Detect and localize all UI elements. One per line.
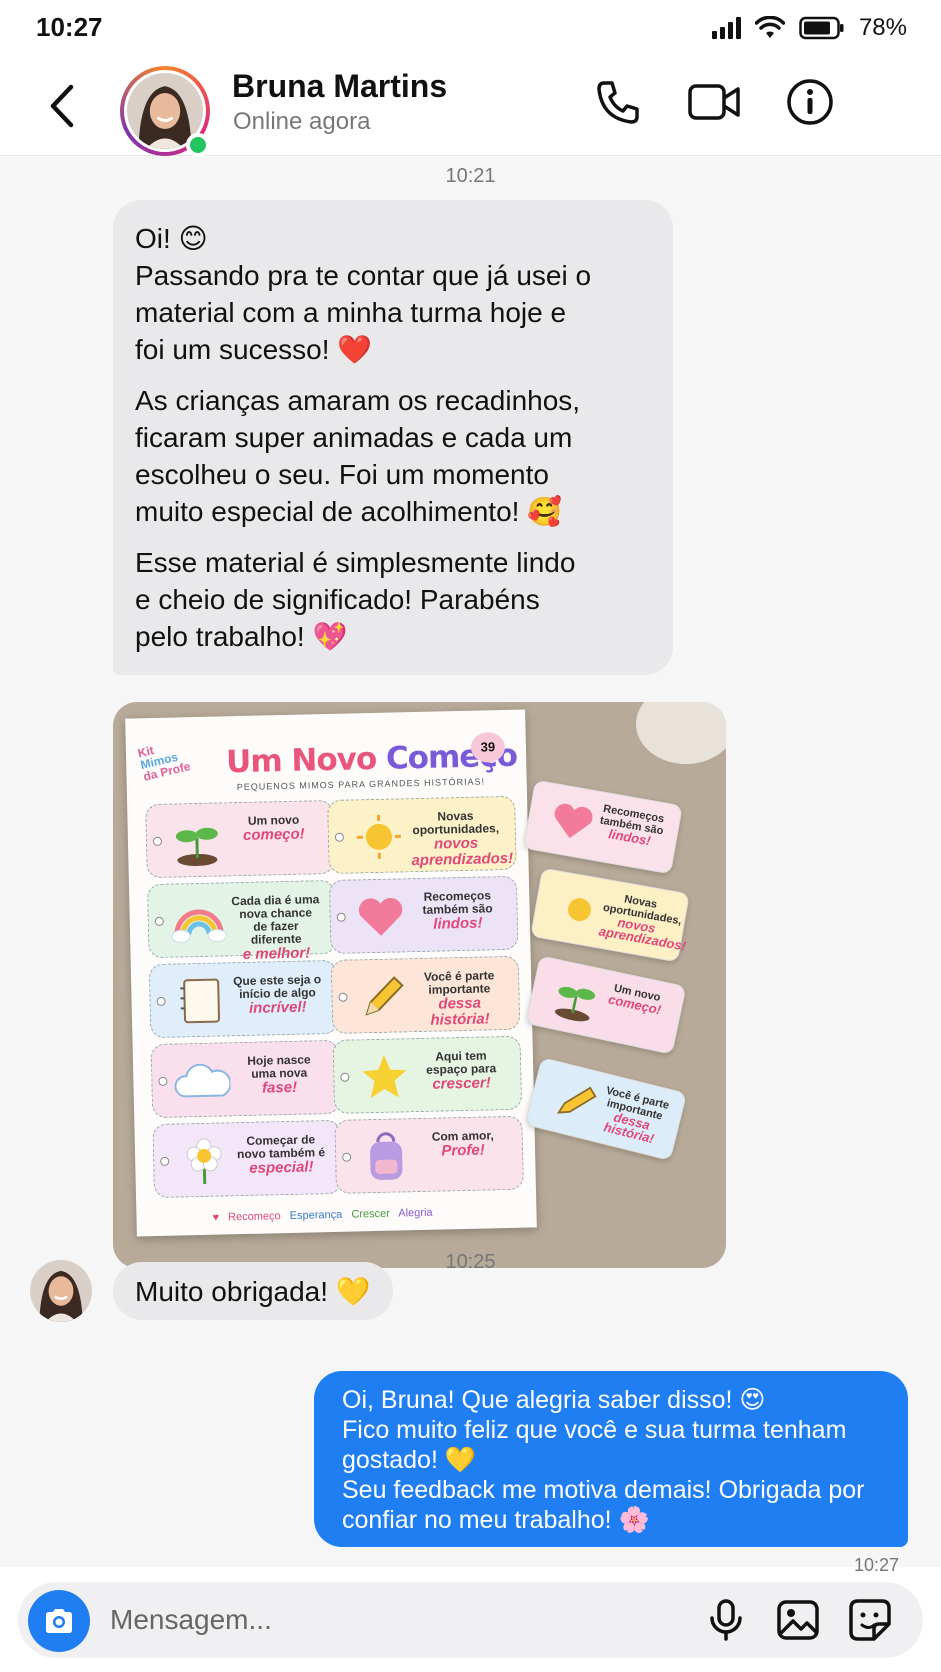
tag-card: Recomeços também são lindos! xyxy=(523,779,683,875)
message-timestamp: 10:21 xyxy=(445,165,496,187)
sheet-footer: ♥ Recomeço Esperança Crescer Alegria xyxy=(212,1206,433,1224)
message-line: Passando pra te contar que já usei o xyxy=(135,260,592,291)
message-line: pelo trabalho! 💖 xyxy=(135,621,348,652)
sprout-icon xyxy=(554,986,596,1022)
message-line: gostado! 💛 xyxy=(342,1446,476,1474)
status-time: 10:27 xyxy=(36,12,103,42)
tag-card: Novas oportunidades, novos aprendizados! xyxy=(530,867,690,963)
phone-icon xyxy=(597,81,639,124)
card: Recomeços também são lindos! xyxy=(328,875,519,955)
card: Aqui tem espaço para crescer! xyxy=(332,1035,523,1114)
tag-card: Você é parte importante dessa história! xyxy=(524,1056,688,1162)
message-text: Muito obrigada! 💛 xyxy=(135,1276,371,1307)
gallery-button[interactable] xyxy=(772,1594,824,1646)
message-line: As crianças amaram os recadinhos, xyxy=(135,385,581,416)
message-line: foi um sucesso! ❤️ xyxy=(135,334,373,365)
rainbow-icon xyxy=(171,909,227,943)
backpack-icon xyxy=(370,1132,403,1180)
microphone-icon xyxy=(710,1599,742,1641)
info-icon xyxy=(787,79,833,125)
status-icons: 78% xyxy=(711,14,907,42)
battery-icon xyxy=(799,16,844,40)
message-line: escolheu o seu. Foi um momento xyxy=(135,459,549,490)
contact-name[interactable]: Bruna Martins xyxy=(232,68,447,105)
chevron-left-icon xyxy=(50,84,74,128)
signal-icon xyxy=(711,17,741,39)
card: Que este seja o início de algo incrível! xyxy=(148,959,339,1039)
sticker-icon xyxy=(849,1599,891,1641)
outgoing-message[interactable]: Oi, Bruna! Que alegria saber disso! 😍 Fi… xyxy=(314,1371,908,1547)
card: Novas oportunidades, novos aprendizados! xyxy=(327,795,517,875)
chat-area[interactable]: 10:21 Oi! 😊 Passando pra te contar que j… xyxy=(0,157,941,1575)
message-line: confiar no meu trabalho! 🌸 xyxy=(342,1506,650,1534)
heart-icon xyxy=(554,803,593,839)
sprout-icon xyxy=(175,827,218,867)
image-attachment[interactable]: Kit Mimos da Profe Um Novo Começo PEQUENOS… xyxy=(113,702,726,1268)
message-timestamp: 10:27 xyxy=(853,1555,899,1575)
message-timestamp: 10:25 xyxy=(445,1251,496,1273)
tag-card: Um novo começo! xyxy=(525,955,687,1055)
card: Cada dia é uma nova chance de fazer dife… xyxy=(146,879,337,963)
contact-status: Online agora xyxy=(233,108,371,135)
incoming-message[interactable]: Oi! 😊 Passando pra te contar que já usei… xyxy=(113,200,673,675)
message-line: Seu feedback me motiva demais! Obrigada … xyxy=(342,1476,865,1504)
star-icon xyxy=(362,1054,407,1099)
online-indicator xyxy=(186,133,210,157)
card: Começar de novo também é especial! xyxy=(152,1119,343,1199)
pencil-icon xyxy=(365,976,404,1016)
kit-logo: Kit Mimos da Profe xyxy=(136,743,192,784)
call-button[interactable] xyxy=(588,72,648,132)
card: Um novo começo! xyxy=(145,799,335,879)
camera-button[interactable] xyxy=(28,1590,90,1652)
message-line: e cheio de significado! Parabéns xyxy=(135,584,540,615)
voice-message-button[interactable] xyxy=(700,1594,752,1646)
message-line: Fico muito feliz que você e sua turma te… xyxy=(342,1416,847,1444)
notebook-icon xyxy=(180,978,221,1024)
message-input[interactable]: Mensagem... xyxy=(110,1604,272,1636)
info-button[interactable] xyxy=(780,72,840,132)
message-line: muito especial de acolhimento! 🥰 xyxy=(135,496,563,527)
image-icon xyxy=(777,1600,819,1640)
video-camera-icon xyxy=(688,84,740,120)
battery-percent: 78% xyxy=(858,14,907,41)
plant-decoration xyxy=(636,702,726,764)
printable-sheet: Kit Mimos da Profe Um Novo Começo PEQUENOS… xyxy=(125,709,537,1237)
wifi-icon xyxy=(754,16,785,38)
back-button[interactable] xyxy=(38,76,86,136)
heart-icon xyxy=(358,898,403,936)
video-call-button[interactable] xyxy=(684,72,744,132)
card: Com amor, Profe! xyxy=(334,1115,524,1194)
message-line: material com a minha turma hoje e xyxy=(135,297,567,328)
sun-icon xyxy=(356,814,401,859)
message-line: Oi, Bruna! Que alegria saber disso! 😍 xyxy=(342,1386,766,1414)
cloud-icon xyxy=(174,1063,231,1098)
message-line: Esse material é simplesmente lindo xyxy=(135,547,576,578)
card: Você é parte importante dessa história! xyxy=(330,955,521,1034)
status-bar: 10:27 78% xyxy=(0,0,941,58)
flower-icon xyxy=(186,1138,222,1184)
message-composer: Mensagem... xyxy=(18,1582,923,1658)
camera-icon xyxy=(46,1609,72,1633)
sticker-button[interactable] xyxy=(844,1594,896,1646)
message-line: ficaram super animadas e cada um xyxy=(135,422,573,453)
card: Hoje nasce uma nova fase! xyxy=(150,1039,341,1119)
chat-header: Bruna Martins Online agora xyxy=(0,58,941,157)
message-line: Oi! 😊 xyxy=(135,223,208,254)
